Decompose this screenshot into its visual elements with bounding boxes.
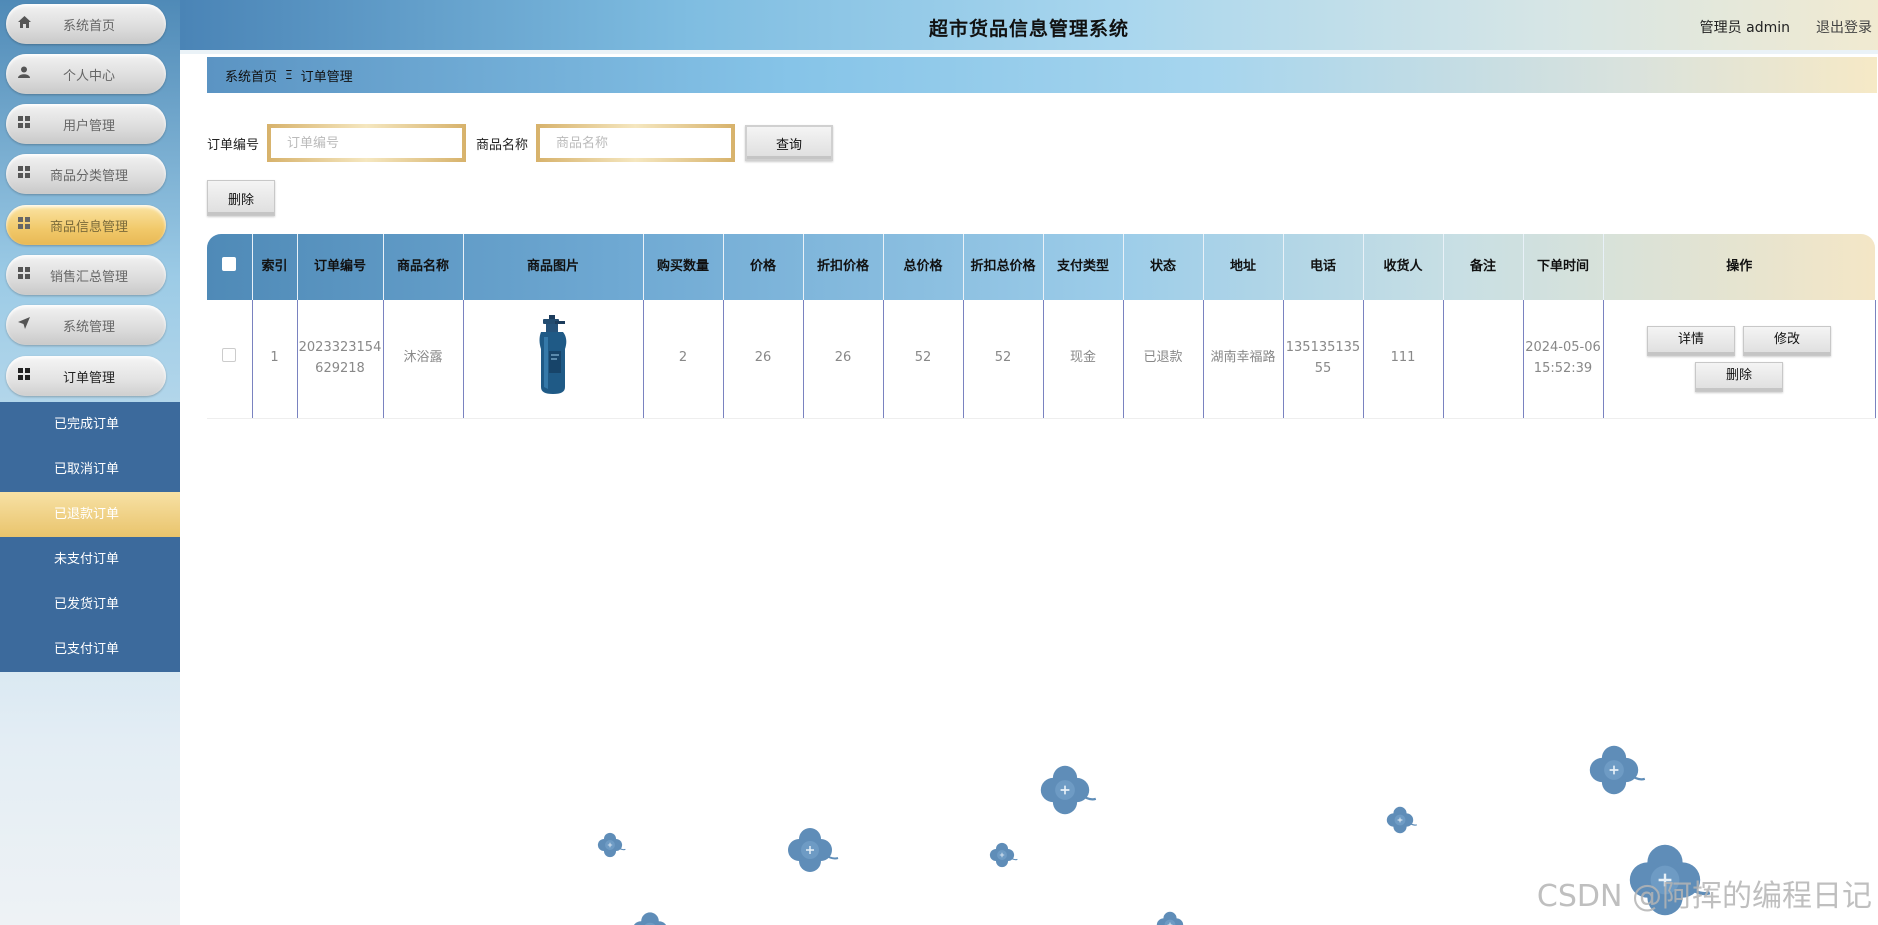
product-name-label: 商品名称 xyxy=(476,137,529,153)
row-checkbox[interactable] xyxy=(222,347,237,362)
order-no-label: 订单编号 xyxy=(207,137,260,153)
cell-product-name: 沐浴露 xyxy=(383,300,464,419)
cell-phone: 13513513555 xyxy=(1283,300,1364,419)
query-button[interactable]: 查询 xyxy=(745,125,834,161)
submenu-item-refunded-orders[interactable]: 已退款订单 xyxy=(0,492,180,537)
sidebar-item-home[interactable]: 系统首页 xyxy=(6,4,166,44)
column-header: 支付类型 xyxy=(1043,234,1124,300)
orders-table-container: 索引 订单编号 商品名称 商品图片 购买数量 价格 折扣价格 总价格 折扣总价格… xyxy=(207,234,1876,419)
submenu-item-paid-orders[interactable]: 已支付订单 xyxy=(0,627,180,672)
grid-icon xyxy=(6,116,42,132)
grid-icon xyxy=(6,368,42,384)
column-header: 商品图片 xyxy=(463,234,644,300)
sidebar-item-label: 系统首页 xyxy=(62,18,115,34)
select-all-cell xyxy=(207,234,253,300)
sidebar: 系统首页 个人中心 用户管理 商品分类管理 商品信息管理 销售汇总管理 系统管理… xyxy=(0,0,180,925)
column-header: 折扣价格 xyxy=(803,234,884,300)
person-icon xyxy=(6,66,42,82)
submenu-item-completed-orders[interactable]: 已完成订单 xyxy=(0,402,180,447)
sidebar-item-order-management[interactable]: 订单管理 xyxy=(6,356,166,396)
column-header: 折扣总价格 xyxy=(963,234,1044,300)
search-bar: 订单编号 商品名称 查询 xyxy=(207,124,834,162)
send-icon xyxy=(6,317,42,333)
batch-delete-button[interactable]: 删除 xyxy=(207,180,275,216)
column-header: 索引 xyxy=(252,234,298,300)
edit-button[interactable]: 修改 xyxy=(1743,325,1831,356)
shower-gel-bottle-image xyxy=(531,314,575,403)
cell-pay-type: 现金 xyxy=(1043,300,1124,419)
cell-product-image xyxy=(463,300,644,419)
home-icon xyxy=(6,16,42,32)
breadcrumb: 系统首页 Ξ 订单管理 xyxy=(207,57,1877,93)
orders-table: 索引 订单编号 商品名称 商品图片 购买数量 价格 折扣价格 总价格 折扣总价格… xyxy=(207,234,1876,419)
order-no-field-frame xyxy=(267,124,467,162)
order-submenu: 已完成订单 已取消订单 已退款订单 未支付订单 已发货订单 已支付订单 xyxy=(0,402,180,672)
cell-status: 已退款 xyxy=(1123,300,1204,419)
sidebar-item-label: 用户管理 xyxy=(62,118,115,134)
sidebar-item-system-management[interactable]: 系统管理 xyxy=(6,305,166,345)
column-header: 价格 xyxy=(723,234,804,300)
watermark-text: CSDN @阿挥的编程日记 xyxy=(1536,879,1872,914)
cell-address: 湖南幸福路 xyxy=(1203,300,1284,419)
select-all-checkbox[interactable] xyxy=(222,256,237,271)
sidebar-item-label: 销售汇总管理 xyxy=(49,269,128,285)
submenu-item-unpaid-orders[interactable]: 未支付订单 xyxy=(0,537,180,582)
cell-discount-total: 52 xyxy=(963,300,1044,419)
product-name-input[interactable] xyxy=(540,128,732,158)
breadcrumb-separator: Ξ xyxy=(285,68,293,82)
product-name-field-frame xyxy=(536,124,736,162)
grid-icon xyxy=(6,267,42,283)
column-header: 订单编号 xyxy=(297,234,384,300)
cell-quantity: 2 xyxy=(643,300,724,419)
sidebar-item-label: 系统管理 xyxy=(62,319,115,335)
cell-order-no: 2023323154629218 xyxy=(297,300,384,419)
column-header: 总价格 xyxy=(883,234,964,300)
row-delete-button[interactable]: 删除 xyxy=(1695,361,1783,392)
sidebar-item-label: 商品信息管理 xyxy=(49,219,128,235)
logout-link[interactable]: 退出登录 xyxy=(1816,17,1872,37)
column-header: 商品名称 xyxy=(383,234,464,300)
detail-button[interactable]: 详情 xyxy=(1647,325,1735,356)
cell-price: 26 xyxy=(723,300,804,419)
row-actions: 详情 修改 删除 xyxy=(1629,323,1849,395)
grid-icon xyxy=(6,166,42,182)
submenu-item-cancelled-orders[interactable]: 已取消订单 xyxy=(0,447,180,492)
table-row: 1 2023323154629218 沐浴露 2 26 26 52 52 现金 … xyxy=(207,300,1876,419)
column-header: 状态 xyxy=(1123,234,1204,300)
app-title: 超市货品信息管理系统 xyxy=(928,18,1129,40)
sidebar-item-personal-center[interactable]: 个人中心 xyxy=(6,54,166,94)
sidebar-item-category-management[interactable]: 商品分类管理 xyxy=(6,154,166,194)
column-header: 收货人 xyxy=(1363,234,1444,300)
cell-index: 1 xyxy=(252,300,298,419)
breadcrumb-current: 订单管理 xyxy=(300,69,353,85)
submenu-item-shipped-orders[interactable]: 已发货订单 xyxy=(0,582,180,627)
cell-total-price: 52 xyxy=(883,300,964,419)
column-header: 购买数量 xyxy=(643,234,724,300)
order-no-input[interactable] xyxy=(271,128,463,158)
sidebar-item-product-management[interactable]: 商品信息管理 xyxy=(6,205,166,245)
column-header: 电话 xyxy=(1283,234,1364,300)
cell-actions: 详情 修改 删除 xyxy=(1603,300,1876,419)
table-header-row: 索引 订单编号 商品名称 商品图片 购买数量 价格 折扣价格 总价格 折扣总价格… xyxy=(207,234,1875,300)
column-header: 下单时间 xyxy=(1523,234,1604,300)
row-select-cell xyxy=(207,300,253,419)
sidebar-item-label: 订单管理 xyxy=(62,370,115,386)
sidebar-item-user-management[interactable]: 用户管理 xyxy=(6,104,166,144)
breadcrumb-home[interactable]: 系统首页 xyxy=(225,66,277,85)
cell-remark xyxy=(1443,300,1524,419)
cell-receiver: 111 xyxy=(1363,300,1444,419)
cell-order-time: 2024-05-06 15:52:39 xyxy=(1523,300,1604,419)
top-header: 超市货品信息管理系统 管理员 admin 退出登录 xyxy=(180,0,1878,54)
current-user: 管理员 admin xyxy=(1699,20,1790,36)
sidebar-item-sales-summary[interactable]: 销售汇总管理 xyxy=(6,255,166,295)
grid-icon xyxy=(6,217,42,233)
sidebar-item-label: 个人中心 xyxy=(62,68,115,84)
column-header: 操作 xyxy=(1726,259,1753,275)
column-header: 地址 xyxy=(1203,234,1284,300)
sidebar-item-label: 商品分类管理 xyxy=(49,168,128,184)
column-header: 备注 xyxy=(1443,234,1524,300)
cell-discount-price: 26 xyxy=(803,300,884,419)
